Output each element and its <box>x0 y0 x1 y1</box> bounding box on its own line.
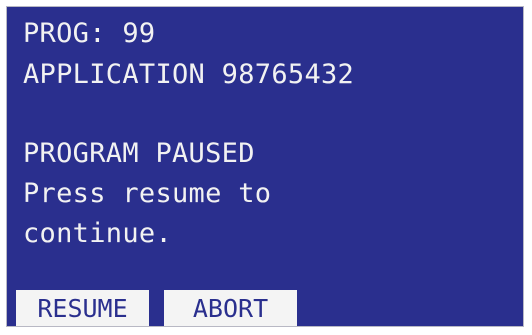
instruction-line-1: Press resume to <box>23 178 272 209</box>
application-line: APPLICATION 98765432 <box>23 59 355 90</box>
terminal-screen: PROG: 99 APPLICATION 98765432 PROGRAM PA… <box>6 6 524 327</box>
instruction-line-2: continue. <box>23 218 172 249</box>
abort-button[interactable]: ABORT <box>164 290 297 326</box>
program-number-line: PROG: 99 <box>23 18 156 49</box>
resume-button[interactable]: RESUME <box>16 290 149 326</box>
status-message: PROGRAM PAUSED <box>23 138 255 169</box>
